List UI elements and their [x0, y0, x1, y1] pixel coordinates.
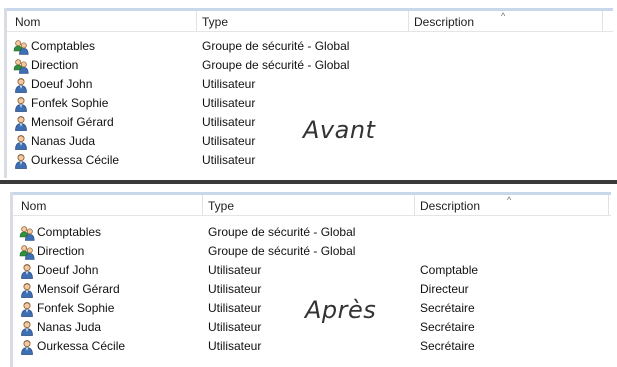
list-header: Nom Type Description ^	[13, 195, 611, 216]
name-cell: Direction	[19, 242, 84, 261]
group-icon	[13, 39, 29, 55]
list-item[interactable]: Doeuf John Utilisateur Comptable	[19, 261, 617, 280]
item-type: Groupe de sécurité - Global	[202, 58, 350, 72]
user-icon	[19, 320, 35, 336]
item-type: Groupe de sécurité - Global	[202, 39, 350, 53]
item-description: Comptable	[420, 263, 479, 277]
sort-ascending-icon: ^	[507, 195, 512, 205]
panel-divider	[0, 178, 617, 186]
column-header-type[interactable]: Type	[202, 11, 228, 31]
item-type: Utilisateur	[208, 282, 262, 296]
column-header-type[interactable]: Type	[208, 195, 234, 215]
name-cell: Comptables	[13, 37, 95, 56]
item-name: Ourkessa Cécile	[37, 339, 126, 353]
list-item[interactable]: Ourkessa Cécile Utilisateur	[13, 151, 613, 170]
item-type: Utilisateur	[208, 301, 262, 315]
item-description: Secrétaire	[420, 339, 475, 353]
column-separator[interactable]	[202, 195, 203, 215]
name-cell: Ourkessa Cécile	[19, 337, 125, 356]
user-icon	[13, 77, 29, 93]
group-icon	[13, 58, 29, 74]
window-frame-left	[10, 192, 13, 367]
list-header: Nom Type Description ^	[7, 11, 613, 32]
list-item[interactable]: Direction Groupe de sécurité - Global	[13, 56, 613, 75]
name-cell: Nanas Juda	[13, 132, 95, 151]
item-name: Nanas Juda	[31, 134, 96, 148]
user-icon	[13, 134, 29, 150]
column-separator[interactable]	[196, 11, 197, 31]
item-type: Utilisateur	[202, 115, 256, 129]
item-type: Utilisateur	[208, 339, 262, 353]
item-description: Secrétaire	[420, 301, 475, 315]
item-type: Utilisateur	[202, 153, 256, 167]
group-icon	[19, 225, 35, 241]
item-type: Groupe de sécurité - Global	[208, 244, 356, 258]
column-separator[interactable]	[602, 11, 603, 31]
name-cell: Mensoif Gérard	[13, 113, 114, 132]
list-item[interactable]: Direction Groupe de sécurité - Global	[19, 242, 617, 261]
column-separator[interactable]	[408, 11, 409, 31]
item-name: Comptables	[37, 225, 102, 239]
column-separator[interactable]	[608, 195, 609, 215]
user-icon	[13, 115, 29, 131]
item-name: Mensoif Gérard	[37, 282, 120, 296]
item-type: Groupe de sécurité - Global	[208, 225, 356, 239]
item-description: Directeur	[420, 282, 469, 296]
user-icon	[19, 301, 35, 317]
list-item[interactable]: Ourkessa Cécile Utilisateur Secrétaire	[19, 337, 617, 356]
item-type: Utilisateur	[202, 96, 256, 110]
name-cell: Doeuf John	[19, 261, 98, 280]
column-header-name[interactable]: Nom	[21, 195, 46, 215]
item-name: Doeuf John	[31, 77, 93, 91]
item-name: Direction	[37, 244, 85, 258]
name-cell: Direction	[13, 56, 78, 75]
item-type: Utilisateur	[208, 263, 262, 277]
column-header-description[interactable]: Description	[420, 195, 480, 215]
list-item[interactable]: Fonfek Sophie Utilisateur	[13, 94, 613, 113]
item-type: Utilisateur	[202, 134, 256, 148]
sort-ascending-icon: ^	[501, 11, 506, 21]
item-description: Secrétaire	[420, 320, 475, 334]
user-icon	[13, 96, 29, 112]
item-name: Fonfek Sophie	[37, 301, 115, 315]
column-header-name[interactable]: Nom	[15, 11, 40, 31]
user-icon	[19, 282, 35, 298]
before-list-panel: Nom Type Description ^ Comptables Groupe …	[0, 0, 617, 178]
name-cell: Ourkessa Cécile	[13, 151, 119, 170]
item-name: Ourkessa Cécile	[31, 153, 120, 167]
before-label: Avant	[303, 116, 376, 144]
group-icon	[19, 244, 35, 260]
window-frame-left	[4, 8, 7, 178]
after-list-panel: Nom Type Description ^ Comptables Groupe …	[0, 186, 617, 367]
user-icon	[13, 153, 29, 169]
item-name: Doeuf John	[37, 263, 99, 277]
list-item[interactable]: Comptables Groupe de sécurité - Global	[13, 37, 613, 56]
item-name: Nanas Juda	[37, 320, 102, 334]
name-cell: Mensoif Gérard	[19, 280, 120, 299]
item-name: Comptables	[31, 39, 96, 53]
column-separator[interactable]	[414, 195, 415, 215]
name-cell: Nanas Juda	[19, 318, 101, 337]
name-cell: Doeuf John	[13, 75, 92, 94]
item-type: Utilisateur	[202, 77, 256, 91]
name-cell: Fonfek Sophie	[13, 94, 108, 113]
item-name: Fonfek Sophie	[31, 96, 109, 110]
name-cell: Fonfek Sophie	[19, 299, 114, 318]
list-item[interactable]: Comptables Groupe de sécurité - Global	[19, 223, 617, 242]
user-icon	[19, 339, 35, 355]
item-type: Utilisateur	[208, 320, 262, 334]
list-item[interactable]: Doeuf John Utilisateur	[13, 75, 613, 94]
user-icon	[19, 263, 35, 279]
item-name: Direction	[31, 58, 79, 72]
item-name: Mensoif Gérard	[31, 115, 114, 129]
name-cell: Comptables	[19, 223, 101, 242]
column-header-description[interactable]: Description	[414, 11, 474, 31]
after-label: Après	[305, 296, 377, 324]
